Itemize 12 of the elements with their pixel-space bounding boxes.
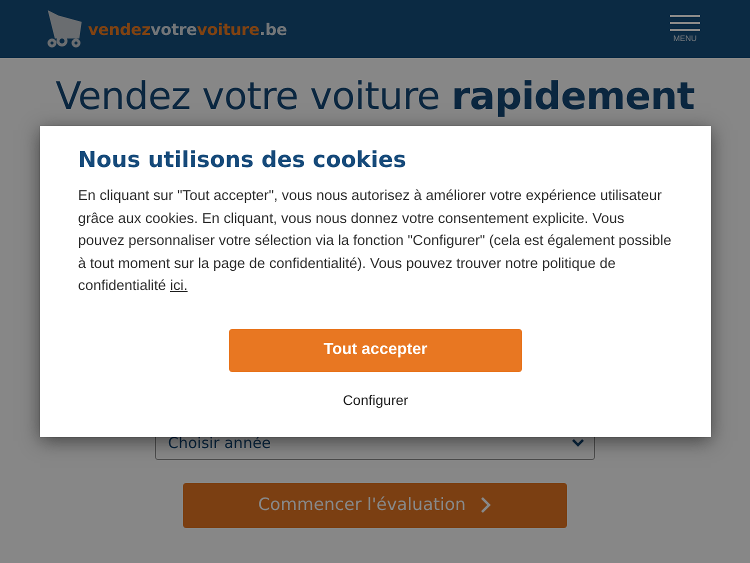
cookie-text: En cliquant sur "Tout accepter", vous nous autorisez à améliorer votre expérience utilisateur grâce aux cookies. En cliquant, vous nous donnez votre consentement explicite. Vous pouvez personnaliser votre sélection via la fonction "Configurer" (cela est également possible à tout moment sur la page de confidentialité). Vous pouvez trouver notre politique de confidentialité ici. bbox=[78, 187, 672, 296]
chevron-down-icon bbox=[572, 438, 584, 447]
menu-button[interactable]: MENU bbox=[670, 15, 700, 43]
dialog-title: Nous utilisons des cookies bbox=[78, 148, 406, 173]
logo-text[interactable]: vendezvotrevoiture.be bbox=[88, 20, 287, 38]
chevron-right-icon bbox=[480, 496, 492, 514]
menu-icon bbox=[670, 15, 700, 31]
configure-button[interactable]: Configurer bbox=[338, 390, 412, 410]
page-title: Vendez votre voiture rapidement bbox=[55, 74, 695, 120]
privacy-link[interactable]: ici. bbox=[170, 278, 188, 294]
start-evaluation-button[interactable]: Commencer l'évaluation bbox=[183, 482, 567, 528]
accept-all-button[interactable]: Tout accepter bbox=[229, 328, 522, 372]
